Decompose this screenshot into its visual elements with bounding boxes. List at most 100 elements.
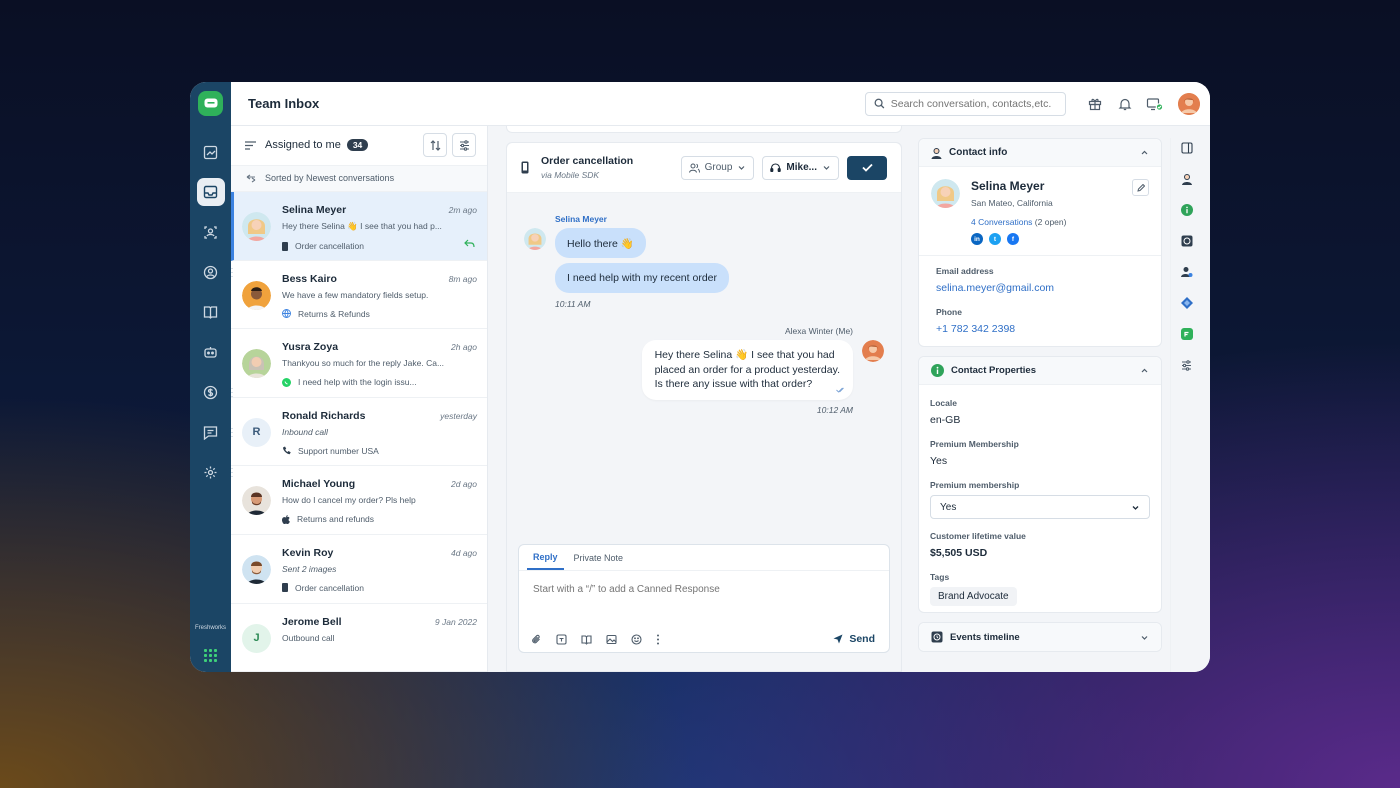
chevron-down-icon: [1132, 505, 1139, 510]
twitter-icon[interactable]: t: [989, 233, 1001, 245]
reply-input[interactable]: [519, 571, 889, 608]
contact-info-title: Contact info: [949, 147, 1008, 158]
avatar[interactable]: [1178, 92, 1200, 115]
timestamp: yesterday: [440, 410, 477, 421]
mobile-icon: [282, 241, 288, 251]
avatar: [242, 554, 271, 584]
avatar: [862, 340, 884, 362]
left-rail: · · · · · · · · · · · · Freshworks: [190, 82, 234, 672]
list-item[interactable]: Yusra Zoya 2h ago Thankyou so much for t…: [231, 329, 487, 398]
tab-reply[interactable]: Reply: [527, 545, 564, 570]
app-icon[interactable]: [1179, 326, 1195, 342]
timeline-icon: [931, 631, 943, 643]
sort-info-bar: Sorted by Newest conversations: [231, 165, 487, 193]
list-header: Assigned to me 34: [231, 126, 487, 166]
filter-button[interactable]: [452, 133, 476, 158]
avatar: [524, 228, 546, 250]
premium-label: Premium Membership: [930, 439, 1019, 449]
integration-icon[interactable]: [1179, 295, 1195, 311]
canned-response-icon[interactable]: [556, 634, 567, 645]
info-icon: [931, 364, 944, 377]
agent-status-icon[interactable]: [1144, 93, 1166, 115]
collapse-panel-icon[interactable]: [1179, 140, 1195, 156]
phone-value[interactable]: +1 782 342 2398: [936, 323, 1144, 335]
incoming-message: I need help with my recent order: [555, 263, 729, 293]
message-snippet: Hey there Selina 👋 I see that you had p.…: [282, 221, 442, 232]
incoming-message: Hello there 👋: [555, 228, 646, 258]
channel-label: Support number USA: [298, 445, 379, 456]
contact-name: Jerome Bell: [282, 615, 342, 628]
emoji-icon[interactable]: [631, 634, 642, 645]
contacts-icon[interactable]: [197, 218, 225, 246]
pencil-icon: [1136, 183, 1145, 192]
notification-bell-icon[interactable]: [1114, 93, 1136, 115]
resolve-button[interactable]: [847, 155, 887, 180]
channel-label: I need help with the login issu...: [298, 377, 417, 388]
knowledge-base-icon[interactable]: [197, 298, 225, 326]
apps-grid-icon[interactable]: [203, 649, 217, 662]
tab-private-note[interactable]: Private Note: [568, 545, 630, 570]
send-button[interactable]: Send: [833, 633, 875, 645]
billing-icon[interactable]: · · ·: [197, 378, 234, 406]
previous-panel-edge: [506, 126, 902, 133]
email-value[interactable]: selina.meyer@gmail.com: [936, 282, 1144, 294]
sort-button[interactable]: [423, 133, 447, 158]
bot-icon[interactable]: [197, 338, 225, 366]
message-snippet: How do I cancel my order? Pls help: [282, 495, 416, 506]
group-icon: [688, 163, 700, 173]
messages-icon[interactable]: · · ·: [197, 418, 234, 446]
list-item[interactable]: Michael Young 2d ago How do I cancel my …: [231, 466, 487, 535]
list-item[interactable]: R Ronald Richards yesterday Inbound call…: [231, 398, 487, 467]
agent-dropdown[interactable]: Mike...: [762, 155, 839, 180]
search-input[interactable]: [890, 97, 1057, 110]
gift-icon[interactable]: [1084, 93, 1106, 115]
message-line: placed an order for a product yesterday.: [654, 363, 840, 376]
contact-properties-card: Contact Properties Locale en-GB Premium …: [918, 356, 1162, 613]
events-timeline-header[interactable]: Events timeline: [919, 623, 1161, 651]
linkedin-icon[interactable]: in: [971, 233, 983, 245]
ltv-label: Customer lifetime value: [930, 531, 1026, 541]
list-item[interactable]: Selina Meyer 2m ago Hey there Selina 👋 I…: [231, 192, 487, 261]
timeline-icon[interactable]: [1179, 233, 1195, 249]
premium-membership-select[interactable]: Yes: [930, 495, 1150, 519]
image-icon[interactable]: [606, 634, 617, 645]
send-icon: [833, 634, 843, 644]
contact-name: Bess Kairo: [282, 272, 337, 285]
dashboard-icon[interactable]: [197, 138, 225, 166]
contact-name: Selina Meyer: [282, 204, 347, 217]
phone-icon: [283, 446, 291, 455]
contact-properties-header[interactable]: Contact Properties: [919, 357, 1161, 385]
message-line: Hey there Selina 👋 I see that you had: [654, 349, 835, 361]
filter-sliders-icon[interactable]: [1179, 357, 1195, 373]
channel-label: Returns & Refunds: [298, 308, 370, 319]
menu-icon[interactable]: [245, 141, 256, 150]
user-settings-icon[interactable]: [1179, 264, 1195, 280]
info-icon[interactable]: [1179, 202, 1195, 218]
channel-label: Order cancellation: [295, 582, 364, 593]
timestamp: 9 Jan 2022: [434, 616, 477, 627]
locale-value: en-GB: [930, 414, 961, 426]
more-vertical-icon[interactable]: [656, 634, 660, 645]
message-snippet: Thankyou so much for the reply Jake. Ca.…: [282, 358, 445, 369]
list-item[interactable]: J Jerome Bell 9 Jan 2022 Outbound call: [231, 604, 487, 672]
avatar: R: [242, 417, 271, 447]
contact-icon[interactable]: [1179, 171, 1195, 187]
attachment-icon[interactable]: [531, 634, 542, 645]
settings-icon[interactable]: · · ·: [197, 458, 234, 486]
edit-contact-button[interactable]: [1132, 179, 1149, 196]
list-item[interactable]: Kevin Roy 4d ago Sent 2 images Order can…: [231, 535, 487, 604]
inbox-icon[interactable]: [196, 178, 225, 206]
search-box[interactable]: [865, 91, 1066, 116]
list-item[interactable]: Bess Kairo 8m ago We have a few mandator…: [231, 261, 487, 330]
user-icon[interactable]: · · ·: [197, 258, 234, 286]
brand-label: Freshworks: [194, 625, 226, 631]
group-dropdown[interactable]: Group: [680, 155, 755, 180]
contact-info-header[interactable]: Contact info: [919, 139, 1161, 167]
app-logo-icon[interactable]: [198, 91, 223, 116]
tag-chip[interactable]: Brand Advocate: [930, 587, 1017, 606]
reply-icon: [464, 239, 475, 247]
knowledge-base-icon[interactable]: [581, 634, 592, 645]
facebook-icon[interactable]: f: [1007, 233, 1019, 245]
view-filter-label[interactable]: Assigned to me: [265, 139, 341, 151]
conversations-link[interactable]: 4 Conversations: [971, 217, 1032, 227]
